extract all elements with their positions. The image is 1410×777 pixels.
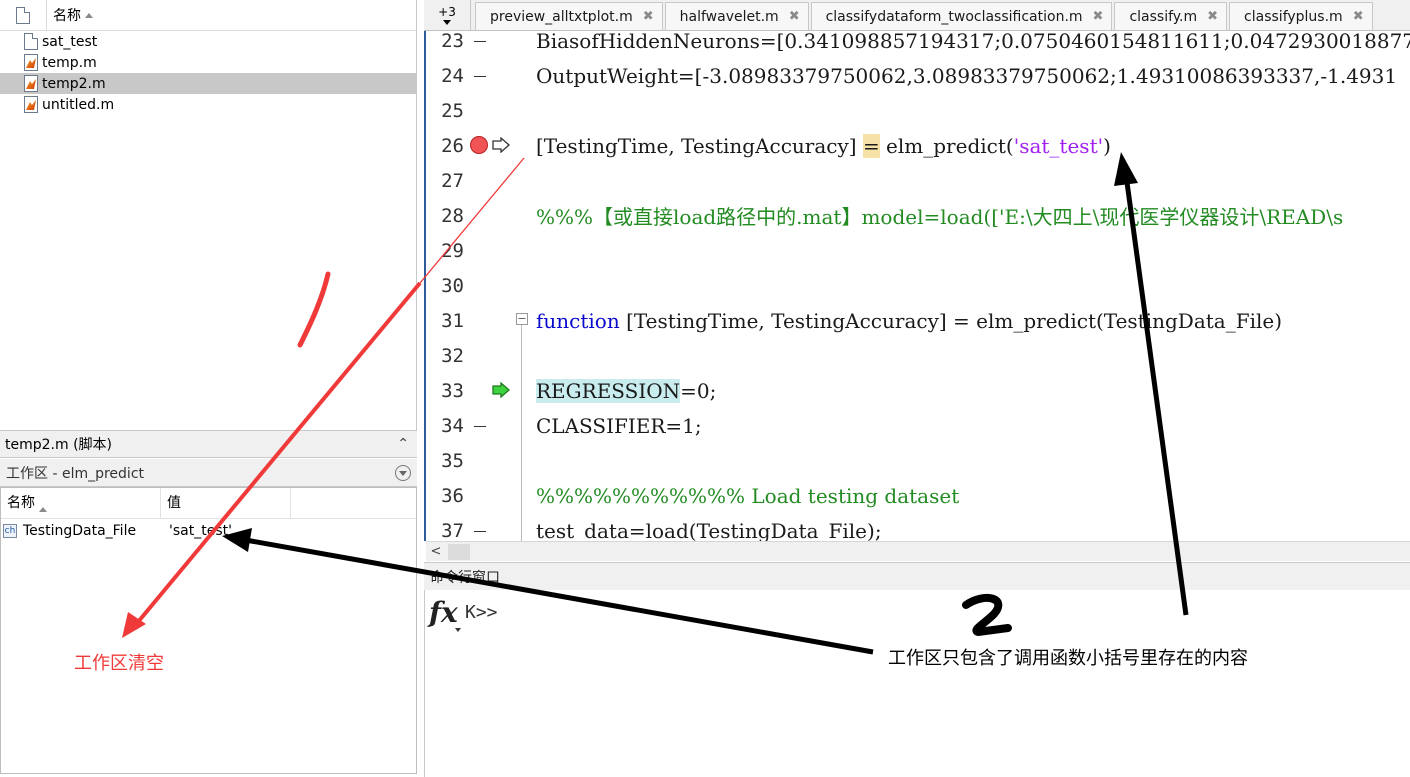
code-line[interactable]: 25	[426, 93, 1410, 128]
document-icon	[16, 6, 30, 24]
file-type-column-header[interactable]	[0, 0, 47, 30]
code-line[interactable]: 32	[426, 338, 1410, 373]
matlab-file-icon	[24, 96, 38, 113]
command-window[interactable]: fx K>>	[424, 590, 1410, 777]
char-variable-icon: ch	[3, 524, 17, 538]
empty-column-header	[291, 488, 416, 518]
code-line[interactable]: 34 CLASSIFIER=1;	[426, 408, 1410, 443]
code-line[interactable]: 30	[426, 268, 1410, 303]
close-tab-icon[interactable]: ✖	[1353, 9, 1364, 24]
variable-value: 'sat_test'	[169, 523, 232, 539]
call-stack-arrow-icon	[492, 137, 510, 153]
code-line[interactable]: 26 [TestingTime, TestingAccuracy] = elm_…	[426, 128, 1410, 163]
workspace-variable-row[interactable]: ch TestingData_File 'sat_test'	[1, 519, 416, 543]
matlab-file-icon	[24, 54, 38, 71]
workspace-column-header: 名称 值	[1, 488, 416, 519]
code-line[interactable]: 37 test_data=load(TestingData_File);	[426, 513, 1410, 542]
editor-tab[interactable]: halfwavelet.m ✖	[664, 2, 809, 30]
sort-ascending-icon	[39, 507, 47, 512]
close-tab-icon[interactable]: ✖	[1207, 9, 1218, 24]
tab-overflow-button[interactable]: +3	[424, 0, 471, 30]
editor-tab[interactable]: preview_alltxtplot.m ✖	[475, 2, 663, 30]
command-window-title-bar: 命令行窗口	[424, 562, 1410, 590]
command-prompt[interactable]: K>>	[465, 602, 498, 623]
code-line[interactable]: 28 %%%【或直接load路径中的.mat】model=load(['E:\大四…	[426, 198, 1410, 233]
code-line[interactable]: 36%%%%%%%%%%% Load testing dataset	[426, 478, 1410, 513]
close-tab-icon[interactable]: ✖	[789, 9, 800, 24]
code-line[interactable]: 33 REGRESSION=0;	[426, 373, 1410, 408]
code-line[interactable]: 29	[426, 233, 1410, 268]
file-item-untitled[interactable]: untitled.m	[0, 94, 416, 115]
scroll-thumb[interactable]	[448, 543, 470, 560]
close-tab-icon[interactable]: ✖	[1093, 9, 1104, 24]
breakpoint-icon[interactable]	[470, 136, 488, 154]
code-line[interactable]: 31 − function [TestingTime, TestingAccur…	[426, 303, 1410, 338]
chevron-up-icon[interactable]: ⌃	[397, 436, 409, 452]
document-icon	[24, 33, 38, 50]
matlab-file-icon	[24, 75, 38, 92]
sort-ascending-icon	[85, 13, 93, 18]
close-tab-icon[interactable]: ✖	[643, 9, 654, 24]
file-item-temp[interactable]: temp.m	[0, 52, 416, 73]
name-column-header[interactable]: 名称	[47, 5, 93, 25]
file-item-sat-test[interactable]: sat_test	[0, 31, 416, 52]
workspace-title: 工作区 - elm_predict	[6, 465, 145, 482]
variable-name: TestingData_File	[23, 523, 137, 539]
function-browser-icon[interactable]: fx	[429, 596, 458, 629]
editor-tab[interactable]: classifyplus.m ✖	[1229, 2, 1373, 30]
name-column-header[interactable]: 名称	[1, 488, 161, 518]
code-editor[interactable]: 23 BiasofHiddenNeurons=[0.341098857194317…	[424, 31, 1410, 541]
editor-tab-bar: +3 preview_alltxtplot.m ✖ halfwavelet.m ✖ …	[424, 0, 1410, 31]
current-line-arrow-icon	[492, 382, 510, 398]
fold-collapse-icon[interactable]: −	[516, 313, 528, 325]
horizontal-scrollbar[interactable]: <	[426, 541, 1410, 561]
file-item-temp2[interactable]: temp2.m	[0, 73, 416, 94]
dropdown-arrow-icon	[455, 628, 461, 632]
dropdown-arrow-icon	[443, 19, 451, 25]
code-line[interactable]: 24 OutputWeight=[-3.08983379750062,3.0898…	[426, 58, 1410, 93]
code-line[interactable]: 35	[426, 443, 1410, 478]
code-line[interactable]: 27	[426, 163, 1410, 198]
workspace-panel: 名称 值 ch TestingData_File 'sat_test'	[0, 487, 417, 774]
annotation-workspace-cleared: 工作区清空	[74, 653, 164, 674]
current-folder-panel: 名称 sat_test temp.m temp2.m untitled.m	[0, 0, 417, 430]
details-bar[interactable]: temp2.m (脚本) ⌃	[0, 430, 417, 458]
code-line[interactable]: 23 BiasofHiddenNeurons=[0.341098857194317…	[426, 31, 1410, 58]
value-column-header[interactable]: 值	[161, 488, 291, 518]
panel-actions-icon[interactable]	[395, 464, 411, 481]
annotation-workspace-contents: 工作区只包含了调用函数小括号里存在的内容	[888, 648, 1248, 669]
editor-tab[interactable]: classify.m ✖	[1114, 2, 1228, 30]
workspace-title-bar: 工作区 - elm_predict	[0, 459, 417, 487]
editor-tab[interactable]: classifydataform_twoclassification.m ✖	[810, 2, 1113, 30]
details-label: temp2.m (脚本)	[5, 437, 112, 453]
scroll-left-icon[interactable]: <	[426, 542, 446, 562]
file-list-header[interactable]: 名称	[0, 0, 416, 31]
